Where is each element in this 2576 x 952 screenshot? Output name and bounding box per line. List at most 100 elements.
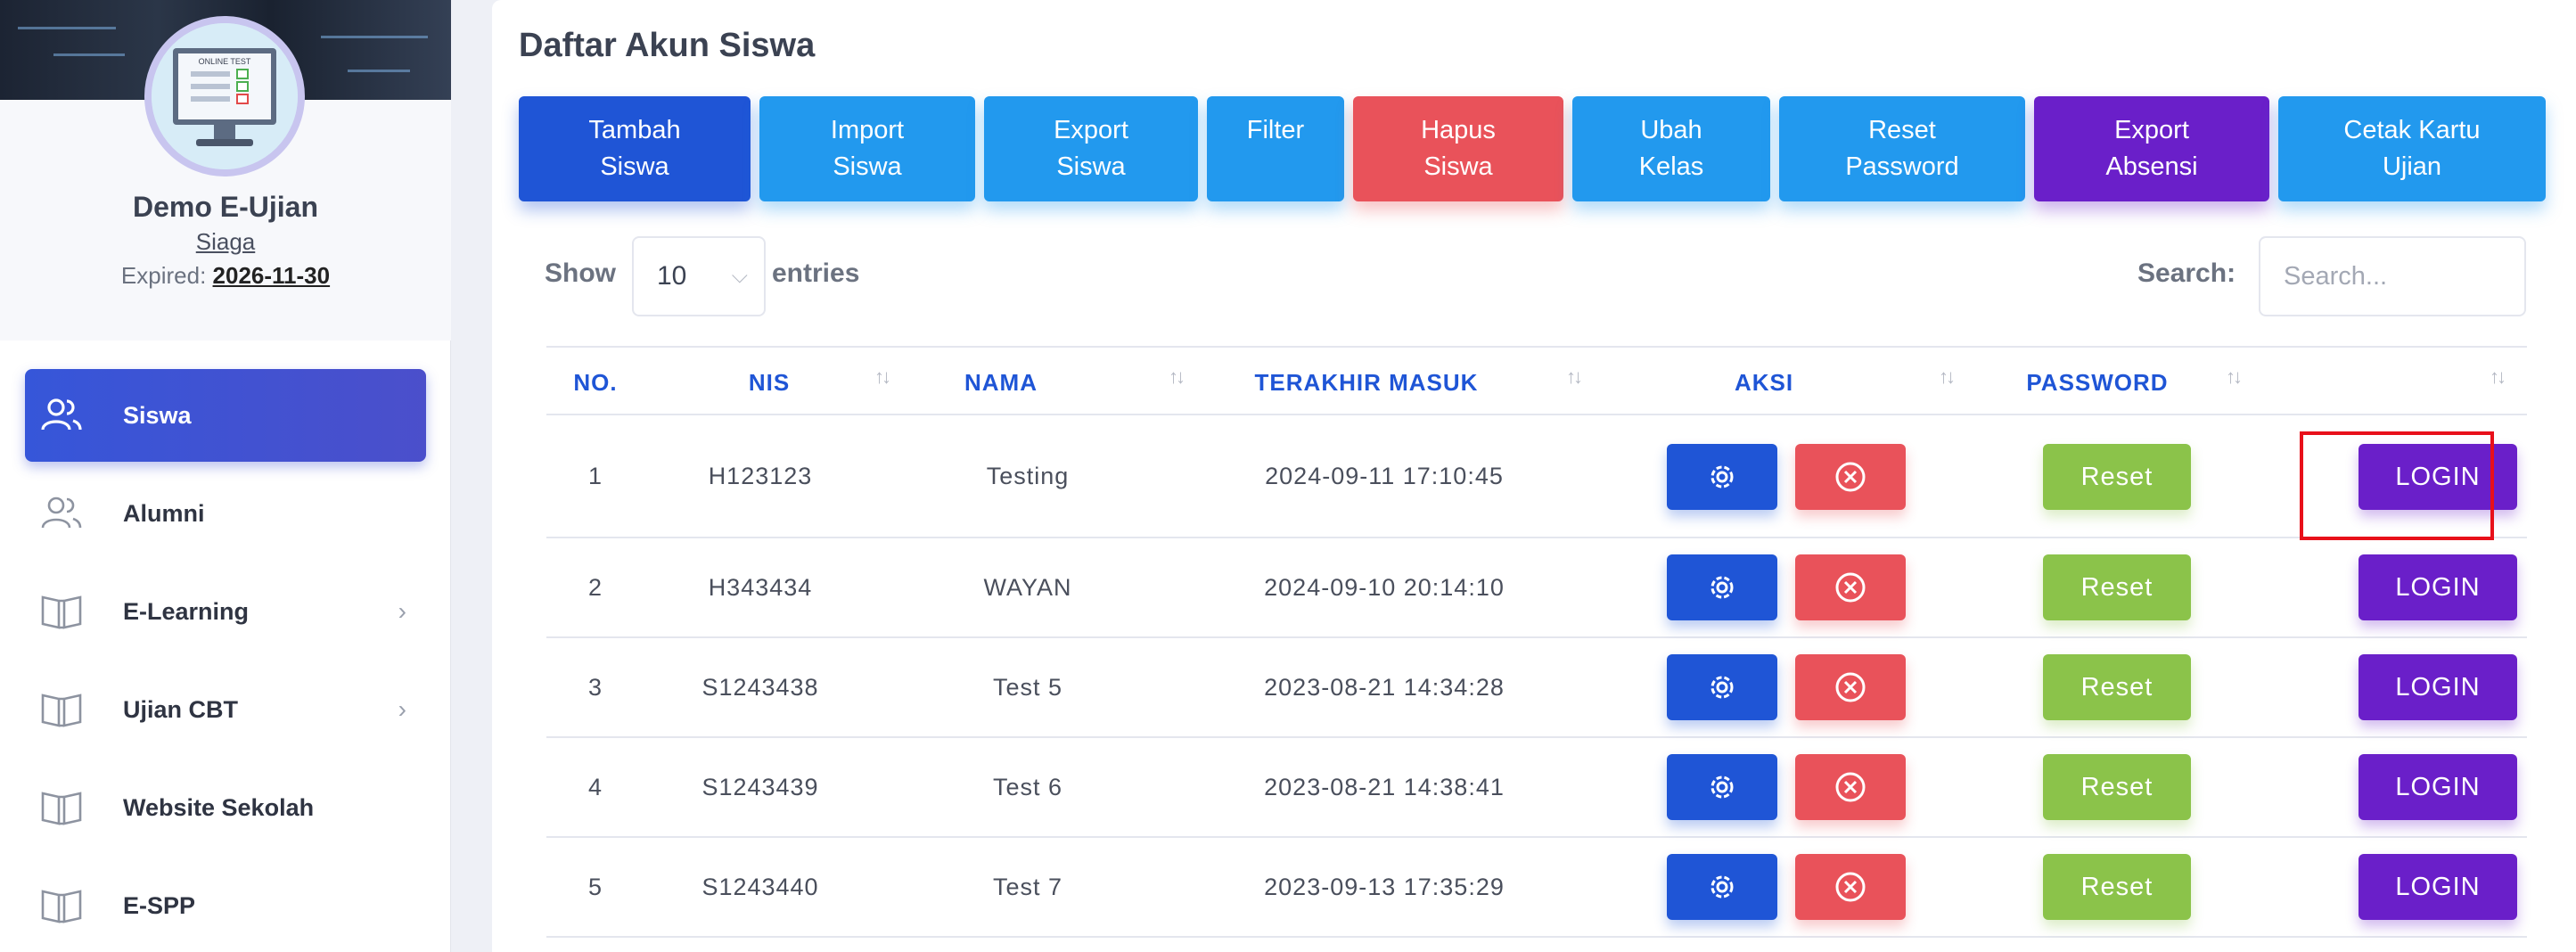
close-circle-icon [1835, 672, 1866, 702]
sort-icon[interactable]: ↑↓ [1169, 365, 1185, 389]
login-button[interactable]: LOGIN [2359, 654, 2517, 720]
gear-icon [1710, 576, 1734, 599]
search-label: Search: [2137, 259, 2236, 288]
sidebar-item-e-learning[interactable]: E-Learning › [25, 565, 426, 658]
cell-nis: S1243439 [701, 773, 819, 800]
export-absensi-button[interactable]: Export Absensi [2034, 96, 2269, 201]
cell-terakhir-masuk: 2023-09-13 17:35:29 [1264, 873, 1505, 900]
ubah-kelas-button[interactable]: Ubah Kelas [1572, 96, 1770, 201]
expired-label: Expired: [120, 262, 207, 289]
sort-icon[interactable]: ↑↓ [2490, 365, 2506, 389]
cetak-kartu-ujian-button[interactable]: Cetak Kartu Ujian [2278, 96, 2546, 201]
reset-password-row-button[interactable]: Reset [2043, 754, 2191, 820]
table-row: 3 S1243438 Test 5 2023-08-21 14:34:28 Re… [546, 638, 2527, 738]
settings-button[interactable] [1667, 554, 1777, 620]
column-header-aksi[interactable]: AKSI [1586, 348, 1942, 415]
cell-nama: Test 6 [992, 773, 1063, 800]
main-panel: Daftar Akun Siswa Tambah Siswa Import Sisw… [492, 0, 2576, 952]
delete-button[interactable] [1795, 754, 1906, 820]
sort-icon[interactable]: ↑↓ [1566, 365, 1583, 389]
sidebar-item-label: E-SPP [123, 891, 196, 919]
login-button[interactable]: LOGIN [2359, 854, 2517, 920]
sidebar-item-label: Website Sekolah [123, 793, 315, 821]
reset-password-row-button[interactable]: Reset [2043, 444, 2191, 510]
sidebar-item-label: Siswa [123, 401, 192, 429]
cell-nis: H343434 [708, 573, 813, 601]
sort-icon[interactable]: ↑↓ [2226, 365, 2243, 389]
import-siswa-button[interactable]: Import Siswa [759, 96, 975, 201]
settings-button[interactable] [1667, 754, 1777, 820]
table-row: 1 H123123 Testing 2024-09-11 17:10:45 Re… [546, 415, 2527, 538]
cell-no: 4 [587, 773, 603, 800]
sidebar-nav: Siswa Alumni E-Learning › Ujian CBT › We… [0, 369, 451, 952]
delete-button[interactable] [1795, 444, 1906, 510]
profile-expired: Expired: 2026-11-30 [0, 262, 451, 290]
column-header-nis[interactable]: NIS [644, 348, 894, 415]
table-header: NO. NIS ↑↓ NAMA ↑↓ TERAKHIR MASUK ↑↓ AKS… [546, 346, 2527, 415]
table-row: 5 S1243440 Test 7 2023-09-13 17:35:29 Re… [546, 838, 2527, 938]
sidebar-item-label: Ujian CBT [123, 695, 239, 723]
expired-date[interactable]: 2026-11-30 [213, 262, 331, 289]
chevron-down-icon: ⌵ [731, 264, 748, 288]
entries-value: 10 [657, 261, 687, 291]
cell-no: 5 [587, 873, 603, 900]
sidebar-item-website-sekolah[interactable]: Website Sekolah [25, 761, 426, 854]
cell-nama: Test 7 [992, 873, 1063, 900]
book-icon [41, 693, 82, 727]
entries-select[interactable]: 10 ⌵ [632, 236, 766, 316]
sidebar-item-ujian-cbt[interactable]: Ujian CBT › [25, 663, 426, 756]
sort-icon[interactable]: ↑↓ [874, 365, 891, 389]
profile-level-link[interactable]: Siaga [0, 228, 451, 256]
users-icon [41, 497, 82, 529]
cell-terakhir-masuk: 2024-09-10 20:14:10 [1264, 573, 1505, 601]
delete-button[interactable] [1795, 654, 1906, 720]
login-button[interactable]: LOGIN [2359, 754, 2517, 820]
column-header-nama[interactable]: NAMA [894, 348, 1108, 415]
sidebar-item-alumni[interactable]: Alumni [25, 467, 426, 560]
page-title: Daftar Akun Siswa [519, 27, 816, 64]
sidebar-item-siswa[interactable]: Siswa [25, 369, 426, 462]
search-input[interactable] [2259, 236, 2526, 316]
cell-nis: S1243438 [701, 673, 819, 701]
users-icon [41, 398, 82, 431]
column-header-no[interactable]: NO. [546, 348, 644, 415]
sidebar-item-label: E-Learning [123, 597, 250, 625]
book-icon [41, 595, 82, 629]
cell-nama: Testing [986, 462, 1070, 489]
column-header-login[interactable] [2249, 348, 2513, 415]
sidebar-item-label: Alumni [123, 499, 205, 527]
table-row: 4 S1243439 Test 6 2023-08-21 14:38:41 Re… [546, 738, 2527, 838]
reset-password-row-button[interactable]: Reset [2043, 854, 2191, 920]
profile-name: Demo E-Ujian [132, 191, 319, 223]
cell-nama: WAYAN [983, 573, 1072, 601]
login-button[interactable]: LOGIN [2359, 444, 2517, 510]
settings-button[interactable] [1667, 854, 1777, 920]
reset-password-row-button[interactable]: Reset [2043, 554, 2191, 620]
cell-terakhir-masuk: 2023-08-21 14:34:28 [1264, 673, 1505, 701]
cell-terakhir-masuk: 2023-08-21 14:38:41 [1264, 773, 1505, 800]
tambah-siswa-button[interactable]: Tambah Siswa [519, 96, 751, 201]
close-circle-icon [1835, 872, 1866, 902]
sidebar: ONLINE TEST Demo E-Ujian Siaga Expired: … [0, 0, 451, 952]
hapus-siswa-button[interactable]: Hapus Siswa [1353, 96, 1563, 201]
students-table: NO. NIS ↑↓ NAMA ↑↓ TERAKHIR MASUK ↑↓ AKS… [546, 346, 2527, 938]
book-icon [41, 890, 82, 923]
cell-nis: H123123 [708, 462, 813, 489]
reset-password-button[interactable]: Reset Password [1779, 96, 2025, 201]
delete-button[interactable] [1795, 554, 1906, 620]
settings-button[interactable] [1667, 654, 1777, 720]
gear-icon [1710, 776, 1734, 799]
sort-icon[interactable]: ↑↓ [1939, 365, 1956, 389]
delete-button[interactable] [1795, 854, 1906, 920]
sidebar-item-e-spp[interactable]: E-SPP [25, 859, 426, 952]
filter-button[interactable]: Filter [1207, 96, 1344, 201]
gear-icon [1710, 465, 1734, 488]
cell-no: 1 [587, 462, 603, 489]
reset-password-row-button[interactable]: Reset [2043, 654, 2191, 720]
login-button[interactable]: LOGIN [2359, 554, 2517, 620]
column-header-password[interactable]: PASSWORD [1964, 348, 2231, 415]
settings-button[interactable] [1667, 444, 1777, 510]
column-header-terakhir-masuk[interactable]: TERAKHIR MASUK [1188, 348, 1545, 415]
cell-nama: Test 5 [992, 673, 1063, 701]
export-siswa-button[interactable]: Export Siswa [984, 96, 1198, 201]
